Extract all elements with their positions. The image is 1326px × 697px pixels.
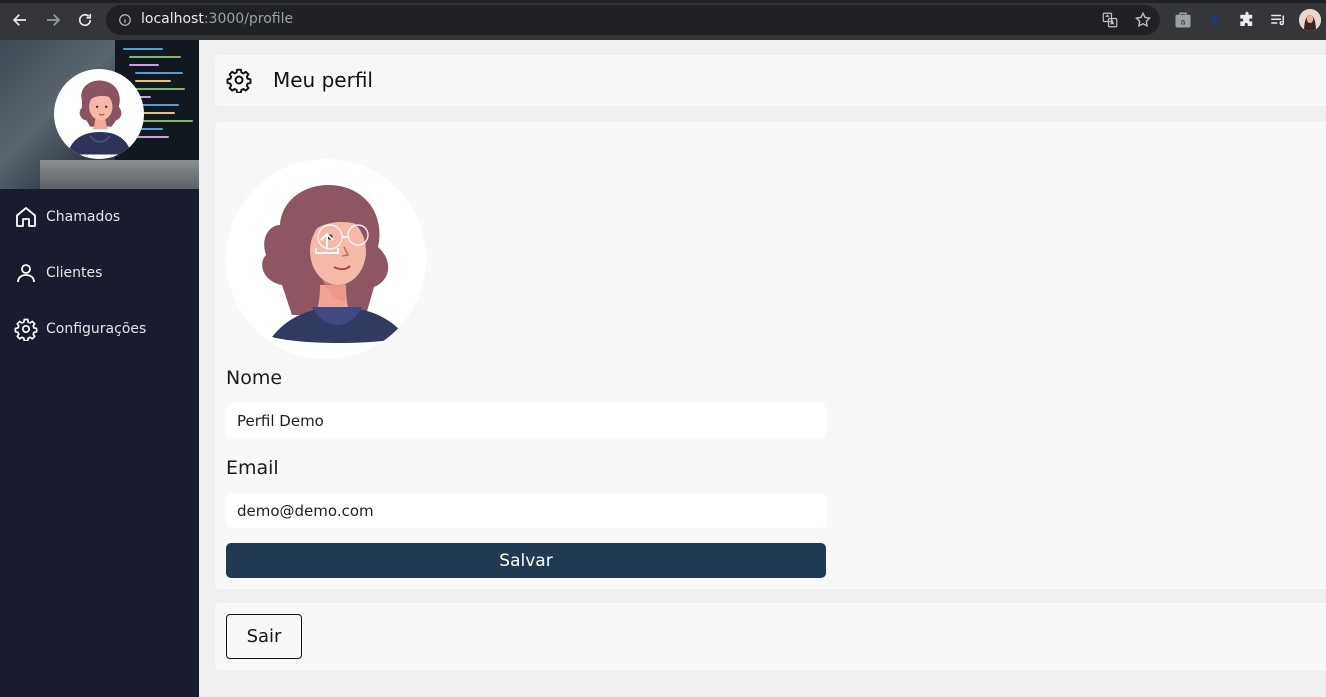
extension-shield-icon[interactable] [1206,11,1224,29]
reload-icon [78,13,92,27]
star-icon[interactable] [1134,11,1152,29]
settings-icon [14,318,38,341]
avatar-illustration [67,80,132,155]
banner-laptop-keyboard [40,160,199,189]
sidebar-item-label: Configurações [46,321,147,337]
address-bar[interactable]: localhost:3000/profile [106,5,1160,35]
sidebar-item-label: Chamados [46,209,121,225]
back-button[interactable] [8,8,32,32]
email-field[interactable] [226,493,826,528]
info-icon[interactable] [118,13,132,27]
tab-strip [0,0,1326,3]
forward-icon [47,14,61,26]
email-label: Email [226,457,279,479]
sidebar-item-label: Clientes [46,265,103,281]
url-text[interactable]: localhost:3000/profile [141,11,293,27]
settings-icon [226,68,252,93]
profile-avatar[interactable] [1299,9,1321,31]
logout-button[interactable]: Sair [226,614,302,659]
profile-form: Nome Email Salvar [215,122,1326,589]
profile-avatar-image [1299,9,1321,31]
browser-toolbar: localhost:3000/profile a [0,0,1326,40]
save-button[interactable]: Salvar [226,543,826,578]
avatar-upload[interactable] [226,159,426,359]
url-path: :3000/profile [203,11,294,27]
forward-button[interactable] [41,8,65,32]
sidebar-avatar [54,69,144,159]
sidebar-banner [0,40,199,189]
svg-text:a: a [1180,17,1185,27]
sidebar-item-clientes[interactable]: Clientes [0,253,199,293]
sidebar-item-configuracoes[interactable]: Configurações [0,309,199,349]
url-host: localhost [141,11,204,27]
page-header: Meu perfil [215,55,1326,106]
avatar-illustration [262,184,406,343]
extension-a-icon[interactable]: a [1174,11,1192,29]
logout-section: Sair [215,603,1326,670]
name-label: Nome [226,367,283,389]
user-icon [17,264,35,283]
upload-icon [315,232,339,254]
back-icon [12,14,26,26]
translate-icon[interactable] [1101,11,1119,29]
reload-button[interactable] [73,8,97,32]
sidebar-item-chamados[interactable]: Chamados [0,197,199,237]
sidebar: Chamados Clientes Configurações [0,40,199,697]
name-field[interactable] [226,403,826,438]
home-icon [16,207,36,227]
page-title: Meu perfil [273,68,373,92]
reading-list-icon[interactable] [1269,11,1287,29]
puzzle-icon[interactable] [1238,11,1256,29]
